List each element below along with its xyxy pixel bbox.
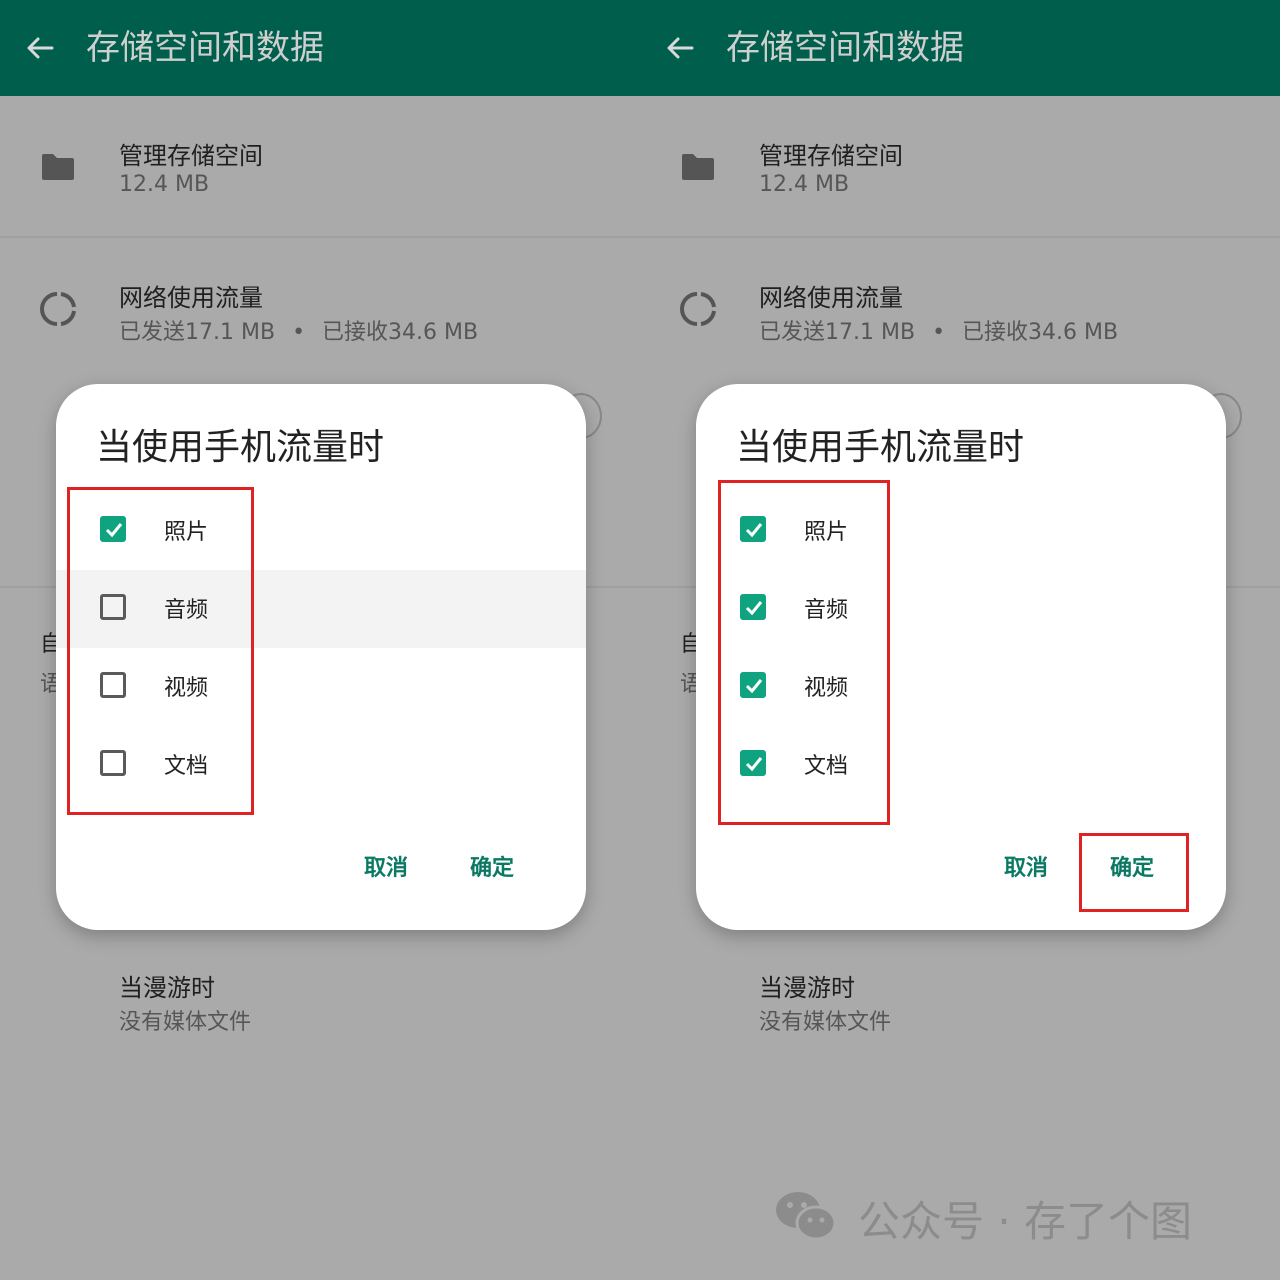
roaming-value: 没有媒体文件	[119, 1010, 252, 1035]
divider	[640, 236, 1280, 238]
folder-icon	[42, 154, 74, 180]
manage-storage-size: 12.4 MB	[119, 172, 210, 197]
network-usage-detail: 已发送17.1 MB • 已接收34.6 MB	[759, 314, 1118, 346]
page-title: 存储空间和数据	[726, 28, 964, 68]
right-screen: 存储空间和数据 管理存储空间 12.4 MB 网络使用流量 已发送17.1 MB…	[640, 0, 1280, 1280]
network-usage-row[interactable]: 网络使用流量 已发送17.1 MB • 已接收34.6 MB	[640, 240, 1280, 380]
app-bar: 存储空间和数据	[0, 0, 640, 96]
data-usage-icon	[680, 292, 716, 326]
page-title: 存储空间和数据	[86, 28, 324, 68]
separator-dot: •	[932, 320, 946, 345]
network-usage-title: 网络使用流量	[119, 284, 263, 312]
watermark: 公众号 · 存了个图	[774, 1186, 1234, 1246]
ok-button[interactable]: 确定	[470, 850, 514, 882]
manage-storage-row[interactable]: 管理存储空间 12.4 MB	[0, 96, 640, 236]
separator-dot: •	[292, 320, 306, 345]
manage-storage-row[interactable]: 管理存储空间 12.4 MB	[640, 96, 1280, 236]
received-amount: 已接收34.6 MB	[322, 320, 479, 345]
watermark-text: 公众号 · 存了个图	[858, 1197, 1193, 1246]
cancel-button[interactable]: 取消	[1004, 850, 1048, 882]
sent-amount: 已发送17.1 MB	[119, 320, 276, 345]
arrow-left-icon[interactable]	[664, 32, 696, 64]
dialog-title: 当使用手机流量时	[96, 427, 385, 468]
manage-storage-title: 管理存储空间	[759, 142, 903, 170]
dialog-title: 当使用手机流量时	[736, 427, 1025, 468]
cancel-button[interactable]: 取消	[364, 850, 408, 882]
network-usage-title: 网络使用流量	[759, 284, 903, 312]
app-bar: 存储空间和数据	[640, 0, 1280, 96]
arrow-left-icon[interactable]	[24, 32, 56, 64]
roaming-row[interactable]: 当漫游时 没有媒体文件	[640, 950, 1280, 1050]
network-usage-row[interactable]: 网络使用流量 已发送17.1 MB • 已接收34.6 MB	[0, 240, 640, 380]
highlight-box-options	[67, 487, 254, 815]
roaming-title: 当漫游时	[759, 974, 855, 1002]
network-usage-detail: 已发送17.1 MB • 已接收34.6 MB	[119, 314, 478, 346]
sent-amount: 已发送17.1 MB	[759, 320, 916, 345]
roaming-value: 没有媒体文件	[759, 1010, 892, 1035]
divider	[0, 236, 640, 238]
roaming-row[interactable]: 当漫游时 没有媒体文件	[0, 950, 640, 1050]
roaming-title: 当漫游时	[119, 974, 215, 1002]
left-screen: 存储空间和数据 管理存储空间 12.4 MB 网络使用流量 已发送17.1 MB…	[0, 0, 640, 1280]
highlight-box-options	[718, 480, 890, 825]
highlight-box-ok	[1079, 833, 1189, 912]
received-amount: 已接收34.6 MB	[962, 320, 1119, 345]
manage-storage-title: 管理存储空间	[119, 142, 263, 170]
wechat-icon	[776, 1192, 837, 1241]
manage-storage-size: 12.4 MB	[759, 172, 850, 197]
folder-icon	[682, 154, 714, 180]
data-usage-icon	[40, 292, 76, 326]
